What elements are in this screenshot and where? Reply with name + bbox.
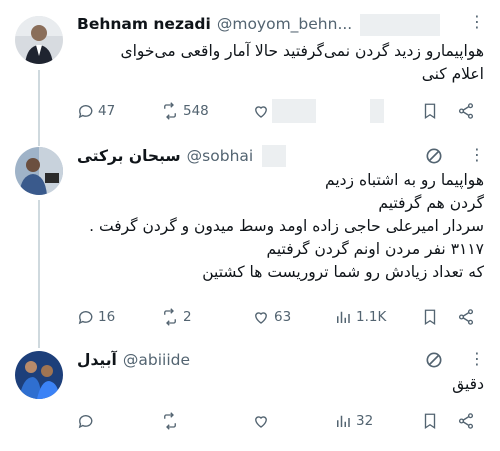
views-button[interactable]: 32 — [334, 409, 373, 433]
retweet-button[interactable]: 2 — [161, 305, 192, 329]
heart-icon — [255, 416, 267, 428]
bookmark-icon — [424, 103, 436, 120]
user-handle[interactable]: @moyom_behn... — [217, 15, 352, 33]
avatar[interactable] — [15, 16, 63, 64]
redacted-block — [360, 14, 440, 36]
action-bar: 32 — [76, 409, 486, 433]
tweet-text-line: ۳۱۱۷ نفر مردن اونم گردن گرفتیم — [266, 240, 484, 258]
share-button[interactable] — [457, 409, 475, 433]
bookmark-button[interactable] — [421, 409, 439, 433]
views-count: 32 — [356, 413, 374, 429]
user-handle[interactable]: @sobhai — [187, 147, 254, 165]
reply-count: 16 — [98, 309, 116, 325]
views-icon — [337, 311, 350, 323]
reply-icon — [78, 105, 93, 119]
like-count: 63 — [274, 309, 292, 325]
like-button[interactable]: 63 — [252, 305, 291, 329]
reply-icon — [78, 311, 93, 325]
retweet-button[interactable]: 548 — [161, 99, 209, 123]
views-count: 1.1K — [356, 309, 387, 325]
no-symbol-icon[interactable] — [424, 146, 444, 166]
more-icon[interactable]: ⋮ — [469, 145, 486, 164]
views-icon — [337, 415, 350, 427]
tweet-text: هواپیما رو به اشتباه زدیم گردن هم گرفتیم… — [74, 169, 484, 284]
tweet-text-line: هواپیمارو زدید گردن نمی‌گرفتید حالا آمار… — [120, 42, 484, 60]
tweet-text-line: که تعداد زیادش رو شما تروریست ها کشتین — [202, 263, 484, 281]
display-name[interactable]: آبیدل — [77, 351, 117, 369]
action-bar: 47 548 — [76, 99, 486, 123]
redacted-block — [370, 99, 384, 123]
action-bar: 16 2 63 1.1K — [76, 305, 486, 329]
no-symbol-icon[interactable] — [424, 350, 444, 370]
tweet-text-line: سردار امیرعلی حاجی زاده اومد وسط میدون و… — [89, 217, 484, 235]
tweet-text-line: دقیق — [452, 375, 484, 393]
retweet-icon — [164, 412, 176, 430]
share-button[interactable] — [457, 305, 475, 329]
bookmark-icon — [424, 309, 436, 326]
heart-icon — [255, 312, 267, 324]
retweet-button[interactable] — [161, 409, 179, 433]
retweet-count: 2 — [183, 309, 192, 325]
more-icon[interactable]: ⋮ — [469, 12, 486, 31]
tweet-text: هواپیمارو زدید گردن نمی‌گرفتید حالا آمار… — [74, 40, 484, 86]
avatar-photo — [15, 147, 63, 195]
share-icon — [458, 309, 474, 325]
display-name[interactable]: سبحان برکتی — [77, 147, 181, 165]
like-button[interactable] — [252, 409, 270, 433]
share-button[interactable] — [457, 99, 475, 123]
avatar[interactable] — [15, 351, 63, 399]
tweet-text-line: هواپیما رو به اشتباه زدیم — [325, 171, 484, 189]
tweet-1[interactable]: Behnam nezadi @moyom_behn... ⋮ هواپیمارو… — [0, 0, 500, 135]
more-icon[interactable]: ⋮ — [469, 349, 486, 368]
display-name[interactable]: Behnam nezadi — [77, 15, 211, 33]
user-handle[interactable]: @abiiide‌ — [123, 351, 190, 369]
avatar[interactable] — [15, 147, 63, 195]
bookmark-icon — [424, 413, 436, 430]
heart-icon — [255, 106, 267, 118]
avatar-photo — [15, 351, 63, 399]
reply-button[interactable] — [76, 409, 94, 433]
tweet-text-line: گردن هم گرفتیم — [378, 194, 484, 212]
reply-icon — [78, 415, 93, 429]
reply-button[interactable]: 47 — [76, 99, 115, 123]
avatar-photo — [15, 16, 63, 64]
tweet-text: دقیق — [74, 373, 484, 396]
like-button[interactable] — [252, 99, 270, 123]
views-button[interactable]: 1.1K — [334, 305, 386, 329]
redacted-block — [262, 145, 286, 167]
bookmark-button[interactable] — [421, 99, 439, 123]
retweet-icon — [164, 102, 176, 120]
bookmark-button[interactable] — [421, 305, 439, 329]
tweet-3[interactable]: آبیدل @abiiide‌ ⋮ دقیق 32 — [0, 335, 500, 451]
retweet-count: 548 — [183, 103, 209, 119]
redacted-block — [272, 99, 316, 123]
retweet-icon — [164, 308, 176, 326]
share-icon — [458, 413, 474, 429]
reply-button[interactable]: 16 — [76, 305, 115, 329]
reply-count: 47 — [98, 103, 116, 119]
share-icon — [458, 103, 474, 119]
tweet-text-line: اعلام کنی — [421, 65, 484, 83]
tweet-2[interactable]: سبحان برکتی @sobhai ⋮ هواپیما رو به اشتب… — [0, 135, 500, 335]
